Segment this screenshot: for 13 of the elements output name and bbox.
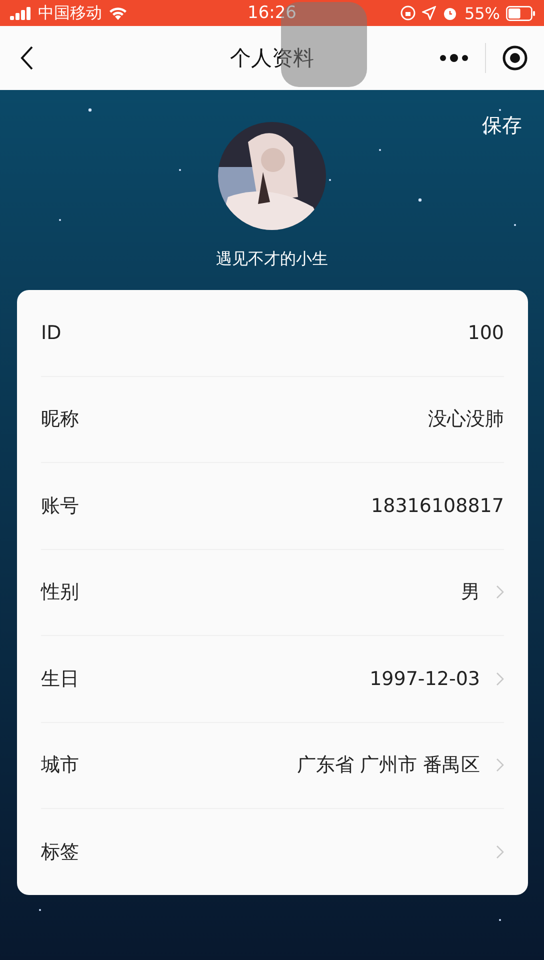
battery-icon bbox=[506, 6, 536, 20]
close-icon[interactable] bbox=[502, 45, 528, 71]
location-icon bbox=[422, 6, 436, 20]
wifi-icon bbox=[108, 6, 128, 20]
battery-percent: 55% bbox=[464, 4, 500, 22]
status-time: 16:26 bbox=[248, 3, 296, 23]
back-icon[interactable] bbox=[20, 46, 34, 70]
signal-icon bbox=[10, 6, 32, 20]
alarm-icon bbox=[442, 5, 458, 21]
rotation-lock-icon bbox=[400, 5, 416, 21]
page-title: 个人资料 bbox=[230, 45, 314, 72]
more-icon[interactable] bbox=[439, 53, 469, 63]
carrier-name: 中国移动 bbox=[38, 2, 102, 24]
